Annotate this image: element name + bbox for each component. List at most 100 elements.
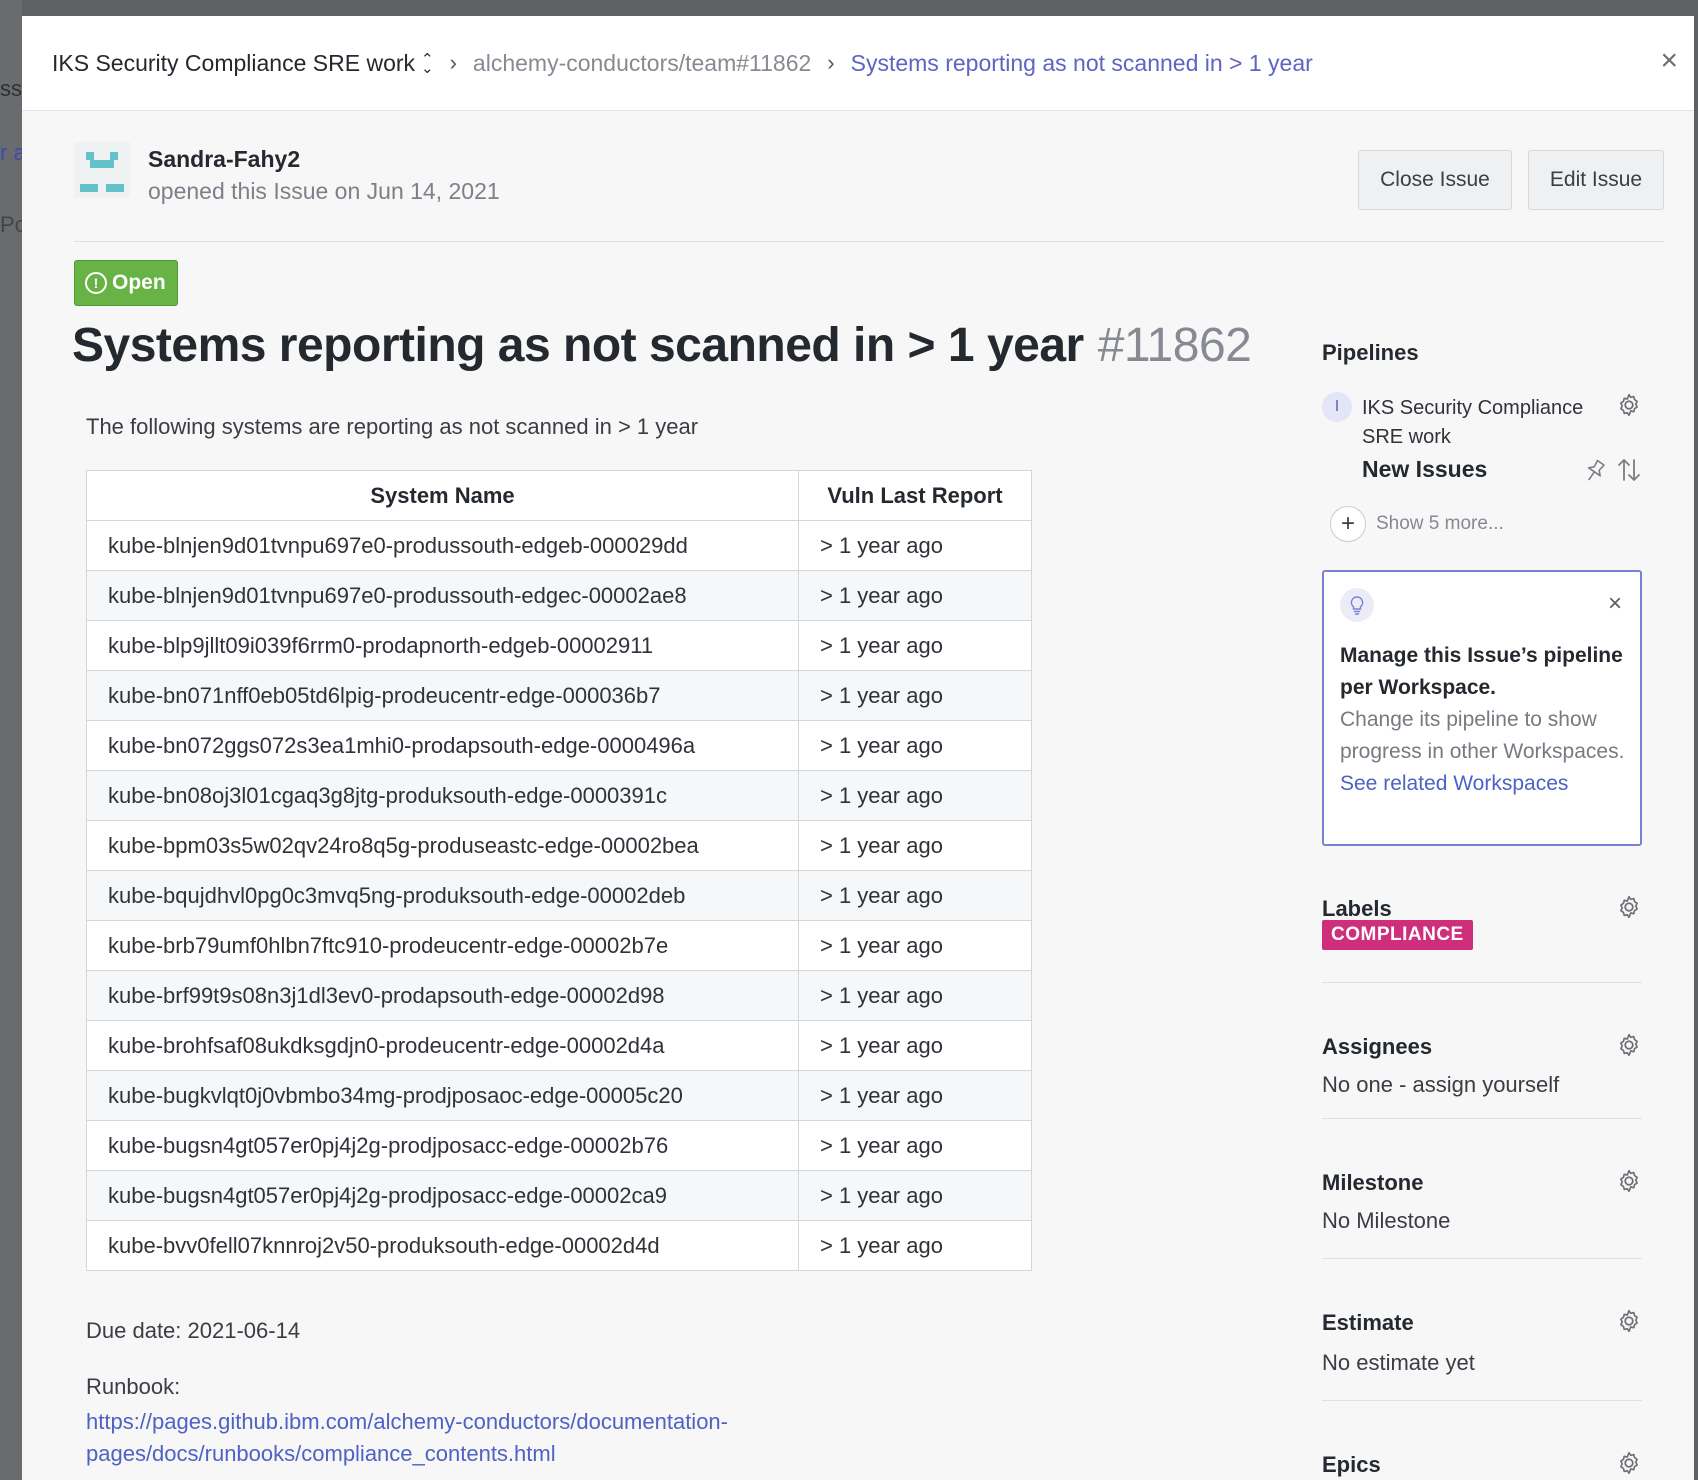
- estimate-value: No estimate yet: [1322, 1350, 1475, 1375]
- alert-circle-icon: !: [85, 272, 107, 294]
- vuln-last-report-cell: > 1 year ago: [798, 1220, 1032, 1271]
- author-meta: opened this Issue on Jun 14, 2021: [148, 178, 500, 204]
- table-header-row: System Name Vuln Last Report: [86, 470, 1032, 521]
- runbook-link[interactable]: https://pages.github.ibm.com/alchemy-con…: [86, 1406, 866, 1470]
- label-compliance[interactable]: COMPLIANCE: [1322, 920, 1473, 950]
- close-icon[interactable]: ×: [1660, 46, 1678, 76]
- vuln-last-report-cell: > 1 year ago: [798, 1170, 1032, 1221]
- issue-author-header: Sandra-Fahy2 opened this Issue on Jun 14…: [74, 142, 1664, 242]
- system-name-cell: kube-bqujdhvl0pg0c3mvq5ng-produksouth-ed…: [86, 870, 799, 921]
- vuln-last-report-cell: > 1 year ago: [798, 670, 1032, 721]
- pipeline-tip-card: × Manage this Issue’s pipeline per Works…: [1322, 570, 1642, 846]
- pipelines-heading: Pipelines: [1322, 340, 1419, 365]
- table-row: kube-brb79umf0hlbn7ftc910-prodeucentr-ed…: [86, 920, 1032, 971]
- chevron-right-icon: ›: [827, 50, 835, 75]
- gear-icon[interactable]: [1616, 1450, 1642, 1476]
- table-row: kube-bvv0fell07knnroj2v50-produksouth-ed…: [86, 1220, 1032, 1271]
- table-row: kube-blnjen9d01tvnpu697e0-produssouth-ed…: [86, 570, 1032, 621]
- sort-arrows-icon[interactable]: [1616, 456, 1642, 484]
- issue-title: Systems reporting as not scanned in > 1 …: [72, 319, 1084, 372]
- system-name-cell: kube-blnjen9d01tvnpu697e0-produssouth-ed…: [86, 520, 799, 571]
- tip-body: Manage this Issue’s pipeline per Workspa…: [1340, 640, 1630, 800]
- pipeline-stage[interactable]: New Issues: [1362, 456, 1487, 483]
- table-row: kube-bqujdhvl0pg0c3mvq5ng-produksouth-ed…: [86, 870, 1032, 921]
- system-name-cell: kube-bugkvlqt0j0vbmbo34mg-prodjposaoc-ed…: [86, 1070, 799, 1121]
- epics-heading: Epics: [1322, 1452, 1381, 1477]
- vuln-last-report-cell: > 1 year ago: [798, 1120, 1032, 1171]
- runbook-label: Runbook:: [86, 1374, 181, 1399]
- table-row: kube-brohfsaf08ukdksgdjn0-prodeucentr-ed…: [86, 1020, 1032, 1071]
- breadcrumb-workspace-label: IKS Security Compliance SRE work: [52, 49, 416, 76]
- chevron-up-down-icon: ⌃ ⌄: [421, 51, 434, 78]
- vuln-last-report-cell: > 1 year ago: [798, 520, 1032, 571]
- table-row: kube-bugsn4gt057er0pj4j2g-prodjposacc-ed…: [86, 1170, 1032, 1221]
- table-row: kube-bpm03s5w02qv24ro8q5g-produseastc-ed…: [86, 820, 1032, 871]
- column-header-vuln-last-report: Vuln Last Report: [798, 470, 1032, 521]
- system-name-cell: kube-bugsn4gt057er0pj4j2g-prodjposacc-ed…: [86, 1120, 799, 1171]
- divider: [1322, 982, 1642, 983]
- system-name-cell: kube-blnjen9d01tvnpu697e0-produssouth-ed…: [86, 570, 799, 621]
- chevron-right-icon: ›: [449, 50, 457, 75]
- breadcrumb-workspace[interactable]: IKS Security Compliance SRE work ⌃ ⌄: [52, 50, 434, 77]
- divider: [1322, 1118, 1642, 1119]
- vuln-last-report-cell: > 1 year ago: [798, 820, 1032, 871]
- gear-icon[interactable]: [1616, 1032, 1642, 1058]
- vuln-last-report-cell: > 1 year ago: [798, 620, 1032, 671]
- vuln-last-report-cell: > 1 year ago: [798, 1070, 1032, 1121]
- assignees-heading: Assignees: [1322, 1034, 1433, 1059]
- vuln-last-report-cell: > 1 year ago: [798, 1020, 1032, 1071]
- system-name-cell: kube-brf99t9s08n3j1dl3ev0-prodapsouth-ed…: [86, 970, 799, 1021]
- pin-icon[interactable]: [1584, 458, 1606, 484]
- table-row: kube-bn072ggs072s3ea1mhi0-prodapsouth-ed…: [86, 720, 1032, 771]
- estimate-heading: Estimate: [1322, 1310, 1414, 1335]
- gear-icon[interactable]: [1616, 1168, 1642, 1194]
- page-title: Systems reporting as not scanned in > 1 …: [72, 318, 1252, 373]
- system-name-cell: kube-bn071nff0eb05td6lpig-prodeucentr-ed…: [86, 670, 799, 721]
- plus-icon: +: [1330, 506, 1366, 542]
- pipeline-workspace-name: IKS Security Compliance SRE work: [1362, 397, 1584, 448]
- see-related-workspaces-link[interactable]: See related Workspaces: [1340, 772, 1568, 795]
- workspace-badge: I: [1322, 392, 1352, 422]
- table-row: kube-bugsn4gt057er0pj4j2g-prodjposacc-ed…: [86, 1120, 1032, 1171]
- table-row: kube-bugkvlqt0j0vbmbo34mg-prodjposaoc-ed…: [86, 1070, 1032, 1121]
- vuln-last-report-cell: > 1 year ago: [798, 720, 1032, 771]
- vuln-last-report-cell: > 1 year ago: [798, 870, 1032, 921]
- breadcrumb-repo[interactable]: alchemy-conductors/team#11862: [473, 50, 811, 77]
- vuln-last-report-cell: > 1 year ago: [798, 970, 1032, 1021]
- issue-number: #11862: [1097, 319, 1252, 372]
- issue-description: The following systems are reporting as n…: [86, 414, 699, 439]
- author-name[interactable]: Sandra-Fahy2: [148, 146, 300, 173]
- system-name-cell: kube-blp9jllt09i039f6rrm0-prodapnorth-ed…: [86, 620, 799, 671]
- gear-icon[interactable]: [1616, 894, 1642, 920]
- close-issue-button[interactable]: Close Issue: [1358, 150, 1512, 210]
- due-date: Due date: 2021-06-14: [86, 1318, 301, 1343]
- table-row: kube-bn071nff0eb05td6lpig-prodeucentr-ed…: [86, 670, 1032, 721]
- vuln-last-report-cell: > 1 year ago: [798, 770, 1032, 821]
- vuln-last-report-cell: > 1 year ago: [798, 570, 1032, 621]
- close-icon[interactable]: ×: [1608, 592, 1622, 616]
- divider: [1322, 1258, 1642, 1259]
- assignees-value[interactable]: No one - assign yourself: [1322, 1072, 1559, 1098]
- breadcrumb: IKS Security Compliance SRE work ⌃ ⌄ › alc…: [22, 16, 1694, 111]
- table-row: kube-blnjen9d01tvnpu697e0-produssouth-ed…: [86, 520, 1032, 571]
- system-name-cell: kube-brohfsaf08ukdksgdjn0-prodeucentr-ed…: [86, 1020, 799, 1071]
- tip-title: Manage this Issue’s pipeline per Workspa…: [1340, 644, 1623, 699]
- table-row: kube-bn08oj3l01cgaq3g8jtg-produksouth-ed…: [86, 770, 1032, 821]
- issue-modal: IKS Security Compliance SRE work ⌃ ⌄ › alc…: [22, 16, 1694, 1480]
- system-name-cell: kube-bn08oj3l01cgaq3g8jtg-produksouth-ed…: [86, 770, 799, 821]
- gear-icon[interactable]: [1616, 1308, 1642, 1334]
- system-name-cell: kube-bugsn4gt057er0pj4j2g-prodjposacc-ed…: [86, 1170, 799, 1221]
- show-more-pipelines[interactable]: + Show 5 more...: [1330, 506, 1504, 542]
- edit-issue-button[interactable]: Edit Issue: [1528, 150, 1664, 210]
- system-name-cell: kube-bpm03s5w02qv24ro8q5g-produseastc-ed…: [86, 820, 799, 871]
- milestone-value: No Milestone: [1322, 1208, 1451, 1233]
- tip-text: Change its pipeline to show progress in …: [1340, 708, 1625, 763]
- gear-icon[interactable]: [1616, 392, 1642, 418]
- status-badge: ! Open: [74, 260, 178, 306]
- avatar[interactable]: [74, 142, 130, 198]
- lightbulb-icon: [1340, 588, 1374, 622]
- column-header-system-name: System Name: [86, 470, 799, 521]
- vuln-last-report-cell: > 1 year ago: [798, 920, 1032, 971]
- table-row: kube-brf99t9s08n3j1dl3ev0-prodapsouth-ed…: [86, 970, 1032, 1021]
- systems-table: System Name Vuln Last Report kube-blnjen…: [86, 470, 1032, 1271]
